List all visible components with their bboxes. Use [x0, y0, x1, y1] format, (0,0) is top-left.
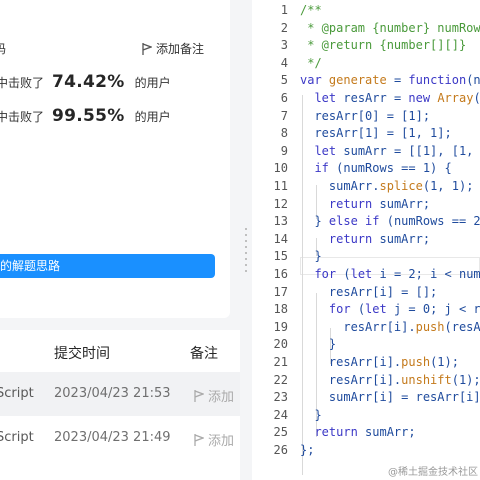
line-number: 17	[273, 284, 288, 299]
code-line: resArr[i] = [];	[300, 284, 438, 299]
line-number: 26	[273, 443, 288, 457]
line-number: 25	[273, 425, 288, 440]
code-line: * @return {number[][]}	[300, 38, 467, 53]
code-line: var generate = function(numRows) {	[300, 73, 480, 88]
runtime-prefix: 中击败了	[0, 76, 45, 90]
code-line: sumArr.splice(1, 1);	[300, 179, 474, 193]
line-number: 20	[273, 337, 288, 352]
add-note-label: 添加备注	[155, 42, 204, 56]
line-number: 10	[273, 161, 288, 176]
row-note-label: 添加	[208, 390, 235, 405]
runtime-percent: 74.42%	[52, 72, 125, 92]
code-line: resArr[1] = [1, 1];	[300, 126, 452, 141]
watermark: @稀土掘金技术社区	[388, 467, 478, 478]
memory-suffix: 的用户	[134, 110, 171, 124]
line-number: 23	[273, 390, 288, 405]
code-line: if (numRows == 1) {	[314, 161, 452, 176]
line-number: 8	[280, 126, 288, 141]
code-line: for (let j = 0; j < resArr	[328, 302, 480, 317]
row-language: Script	[0, 386, 34, 401]
result-card: 码 添加备注 中击败了 74.42% 的用户 中击败了 99.55% 的用户 的…	[0, 0, 230, 318]
code-line: return sumArr;	[314, 425, 416, 440]
row-time: 2023/04/23 21:49	[54, 430, 171, 445]
table-row[interactable]: Script 2023/04/23 21:49 添加	[0, 416, 240, 460]
line-number: 12	[273, 196, 288, 211]
code-line: return sumArr;	[328, 231, 431, 246]
line-number: 7	[280, 108, 288, 123]
line-number: 9	[280, 143, 288, 158]
line-number: 18	[273, 302, 288, 317]
code-line: return sumArr;	[328, 196, 431, 211]
memory-prefix: 中击败了	[0, 110, 45, 124]
line-number: 4	[280, 55, 288, 70]
row-add-note-button[interactable]: 添加	[194, 386, 234, 405]
line-number: 22	[273, 372, 288, 387]
code-line: } else if (numRows == 2) {	[300, 214, 480, 229]
line-number: 3	[280, 38, 288, 53]
flag-icon	[142, 42, 152, 55]
line-number: 19	[273, 319, 288, 334]
code-line: let resArr = new Array(	[314, 91, 480, 105]
line-number: 1	[280, 3, 288, 17]
line-number: 15	[273, 249, 288, 264]
code-line: resArr[i].push(resArr	[300, 319, 480, 334]
code-line: */	[300, 55, 322, 70]
line-number: 13	[273, 214, 288, 229]
line-number: 21	[273, 355, 288, 369]
row-note-label: 添加	[208, 434, 235, 449]
submission-detail-panel: 码 添加备注 中击败了 74.42% 的用户 中击败了 99.55% 的用户 的…	[0, 0, 240, 480]
table-row[interactable]: Script 2023/04/23 21:53 添加	[0, 372, 240, 416]
flag-icon	[194, 389, 204, 402]
column-header-note: 备注	[190, 346, 218, 362]
code-line: resArr[i].unshift(1);	[300, 372, 480, 387]
code-header: 码	[0, 42, 7, 56]
line-number: 14	[273, 231, 288, 246]
code-line: resArr[i].push(1);	[300, 355, 459, 369]
line-number: 6	[280, 91, 288, 105]
code-line: for (let i = 2; i < numRows	[314, 267, 480, 281]
code-line: }	[300, 337, 337, 352]
code-line: let sumArr = [[1], [1, 1]];	[314, 143, 474, 158]
share-solution-button[interactable]: 的解题思路	[0, 254, 215, 278]
row-time: 2023/04/23 21:53	[54, 386, 171, 401]
column-header-time: 提交时间	[54, 346, 110, 362]
code-line: * @param {number} numRows	[300, 20, 480, 35]
row-add-note-button[interactable]: 添加	[194, 430, 234, 449]
runtime-stat: 中击败了 74.42% 的用户	[0, 72, 171, 92]
drag-handle-icon[interactable]	[245, 228, 247, 272]
row-language: Script	[0, 430, 34, 445]
line-number: 5	[280, 73, 288, 88]
code-line: resArr[0] = [1];	[300, 108, 431, 123]
line-number: 24	[273, 407, 288, 422]
code-line: };	[300, 443, 315, 457]
add-note-button[interactable]: 添加备注	[142, 40, 204, 57]
flag-icon	[194, 433, 204, 446]
code-line: }	[300, 407, 322, 422]
memory-percent: 99.55%	[52, 106, 125, 126]
runtime-suffix: 的用户	[134, 76, 171, 90]
memory-stat: 中击败了 99.55% 的用户	[0, 106, 171, 126]
line-number: 2	[280, 20, 288, 35]
code-line: sumArr[i] = resArr[i]	[300, 390, 480, 405]
line-number: 11	[273, 179, 288, 193]
code-line: /**	[300, 3, 322, 17]
line-number: 16	[273, 267, 288, 281]
code-editor[interactable]: 1 /** 2 * @param {number} numRows 3 * @retu…	[252, 0, 480, 480]
code-line: }	[300, 249, 322, 264]
